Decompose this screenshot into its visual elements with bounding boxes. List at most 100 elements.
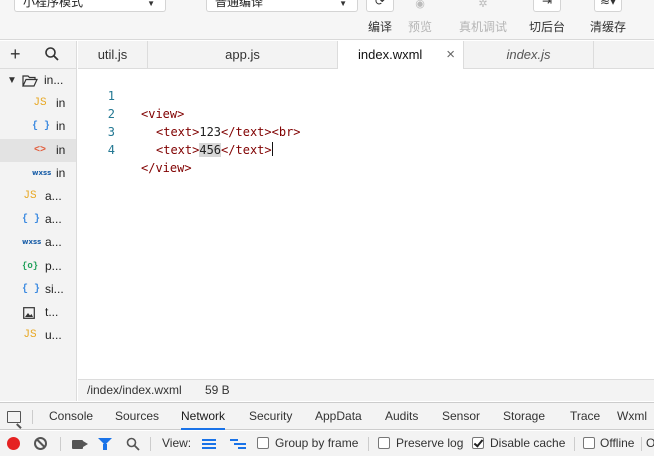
close-icon[interactable]: × <box>446 41 455 69</box>
search-icon[interactable] <box>44 46 60 62</box>
mode-select-value: 小程序模式 <box>23 0 84 9</box>
tab-trace[interactable]: Trace <box>570 403 600 430</box>
tab-security[interactable]: Security <box>249 403 292 430</box>
code-token: 123 <box>199 125 222 139</box>
tree-item-label: si... <box>45 281 64 296</box>
clear-icon[interactable] <box>34 437 47 450</box>
editor-status-bar: /index/index.wxml 59 B <box>78 379 654 401</box>
file-size: 59 B <box>205 383 230 397</box>
text-cursor <box>271 142 273 156</box>
code-text: <text>123</text><br> <box>156 123 301 141</box>
record-icon[interactable] <box>7 437 20 450</box>
inspect-element-icon[interactable] <box>7 411 21 423</box>
tree-item-label: t... <box>45 304 59 319</box>
divider <box>60 437 61 451</box>
tree-file-index-json[interactable]: { } in <box>0 115 76 138</box>
group-by-frame-checkbox[interactable] <box>257 437 269 449</box>
image-file-icon <box>23 306 35 319</box>
code-line: 1 <view> <box>78 69 185 121</box>
tree-file-sitemap[interactable]: { } si... <box>0 278 76 301</box>
tree-file-util-js[interactable]: JS u... <box>0 324 76 347</box>
eye-icon: ◉ <box>415 0 425 10</box>
wxml-file-icon: <> <box>33 144 46 156</box>
code-text: </view> <box>141 159 192 177</box>
layers-icon: ≋▾ <box>594 0 622 12</box>
code-token: > <box>264 143 272 157</box>
tree-file-index-wxss[interactable]: wxss in <box>0 162 76 185</box>
divider <box>150 437 151 451</box>
disable-cache-checkbox[interactable] <box>472 437 484 449</box>
code-token: </text <box>221 143 265 157</box>
offline-checkbox[interactable] <box>583 437 595 449</box>
tab-sensor[interactable]: Sensor <box>442 403 480 430</box>
compile-mode-select[interactable]: 普通编译 ▼ <box>206 0 358 12</box>
code-token: <view> <box>141 107 185 121</box>
tree-file-app-js[interactable]: JS a... <box>0 185 76 208</box>
main-toolbar: 小程序模式 ▼ 普通编译 ▼ ⟳ 编译 ◉ 预览 ✲ 真机调试 ⇥ 切后台 ≋▾… <box>0 0 654 40</box>
add-file-icon[interactable]: + <box>10 44 21 65</box>
js-file-icon: JS <box>33 97 47 110</box>
tab-storage[interactable]: Storage <box>503 403 545 430</box>
code-text: <text>456</text> <box>156 141 273 159</box>
tab-util-js[interactable]: util.js <box>78 41 148 69</box>
json-file-icon: { } <box>22 283 41 295</box>
tab-audits[interactable]: Audits <box>385 403 418 430</box>
camera-icon[interactable] <box>72 440 88 449</box>
tab-wxml[interactable]: Wxml <box>617 403 647 430</box>
view-label: View: <box>162 436 192 450</box>
tree-item-label: in <box>56 142 66 157</box>
network-toolbar: View: Group by frame Preserve log Disabl… <box>0 431 654 456</box>
clear-cache-button[interactable]: ≋▾ 清缓存 <box>586 0 630 40</box>
tab-index-wxml[interactable]: index.wxml × <box>338 41 464 70</box>
tab-index-js[interactable]: index.js <box>464 41 594 69</box>
preserve-log-checkbox[interactable] <box>378 437 390 449</box>
file-path: /index/index.wxml <box>87 383 182 397</box>
code-token: </text><br> <box>221 125 301 139</box>
json-file-icon: { } <box>22 214 41 226</box>
remote-debug-button[interactable]: ✲ 真机调试 <box>455 0 511 40</box>
preserve-log-label: Preserve log <box>396 436 464 450</box>
tree-file-project-config[interactable]: {o} p... <box>0 255 76 278</box>
tab-label: index.wxml <box>358 47 423 62</box>
json-file-icon: { } <box>32 121 51 133</box>
tab-label: index.js <box>506 47 551 62</box>
compile-select-value: 普通编译 <box>215 0 264 9</box>
tree-item-label: a... <box>45 212 62 227</box>
tree-file-app-json[interactable]: { } a... <box>0 208 76 231</box>
tree-item-label: in <box>56 96 66 111</box>
compile-button[interactable]: ⟳ 编译 <box>360 0 400 40</box>
tab-console[interactable]: Console <box>49 403 93 430</box>
divider <box>641 437 642 451</box>
tree-item-label: a... <box>45 188 62 203</box>
preview-button[interactable]: ◉ 预览 <box>400 0 440 40</box>
throttling-select[interactable]: O <box>646 431 654 456</box>
tree-file-app-wxss[interactable]: wxss a... <box>0 231 76 254</box>
mode-select[interactable]: 小程序模式 ▼ <box>14 0 166 12</box>
explorer-header: + <box>0 41 76 69</box>
switch-background-button[interactable]: ⇥ 切后台 <box>525 0 569 40</box>
tab-appdata[interactable]: AppData <box>315 403 362 430</box>
list-view-icon[interactable] <box>202 439 216 449</box>
tab-network[interactable]: Network <box>181 403 226 430</box>
tree-file-index-wxml[interactable]: <> in <box>0 138 76 162</box>
tree-item-label: in <box>56 119 66 134</box>
tree-file-image[interactable]: t... <box>0 301 76 324</box>
tree-file-index-js[interactable]: JS in <box>0 92 76 115</box>
tab-sources[interactable]: Sources <box>115 403 159 430</box>
tab-app-js[interactable]: app.js <box>148 41 338 69</box>
tree-folder-index[interactable]: ▼ in... <box>0 69 76 92</box>
waterfall-view-icon[interactable] <box>230 439 246 449</box>
filter-icon[interactable] <box>98 438 112 450</box>
code-text: <view> <box>141 105 184 123</box>
tree-item-label: in <box>56 165 66 180</box>
search-icon[interactable] <box>126 437 140 451</box>
tree-item-label: u... <box>45 328 62 343</box>
wxss-file-icon: wxss <box>32 168 52 177</box>
tab-label: app.js <box>225 47 260 62</box>
tab-label: util.js <box>97 47 128 62</box>
code-editor[interactable]: 1 <view> 2 <text>123</text><br> 3 <text>… <box>78 69 654 379</box>
group-by-frame-label: Group by frame <box>275 436 359 450</box>
caret-down-icon: ▼ <box>7 75 17 86</box>
switch-background-button-label: 切后台 <box>528 20 565 34</box>
bug-icon: ✲ <box>478 0 488 10</box>
